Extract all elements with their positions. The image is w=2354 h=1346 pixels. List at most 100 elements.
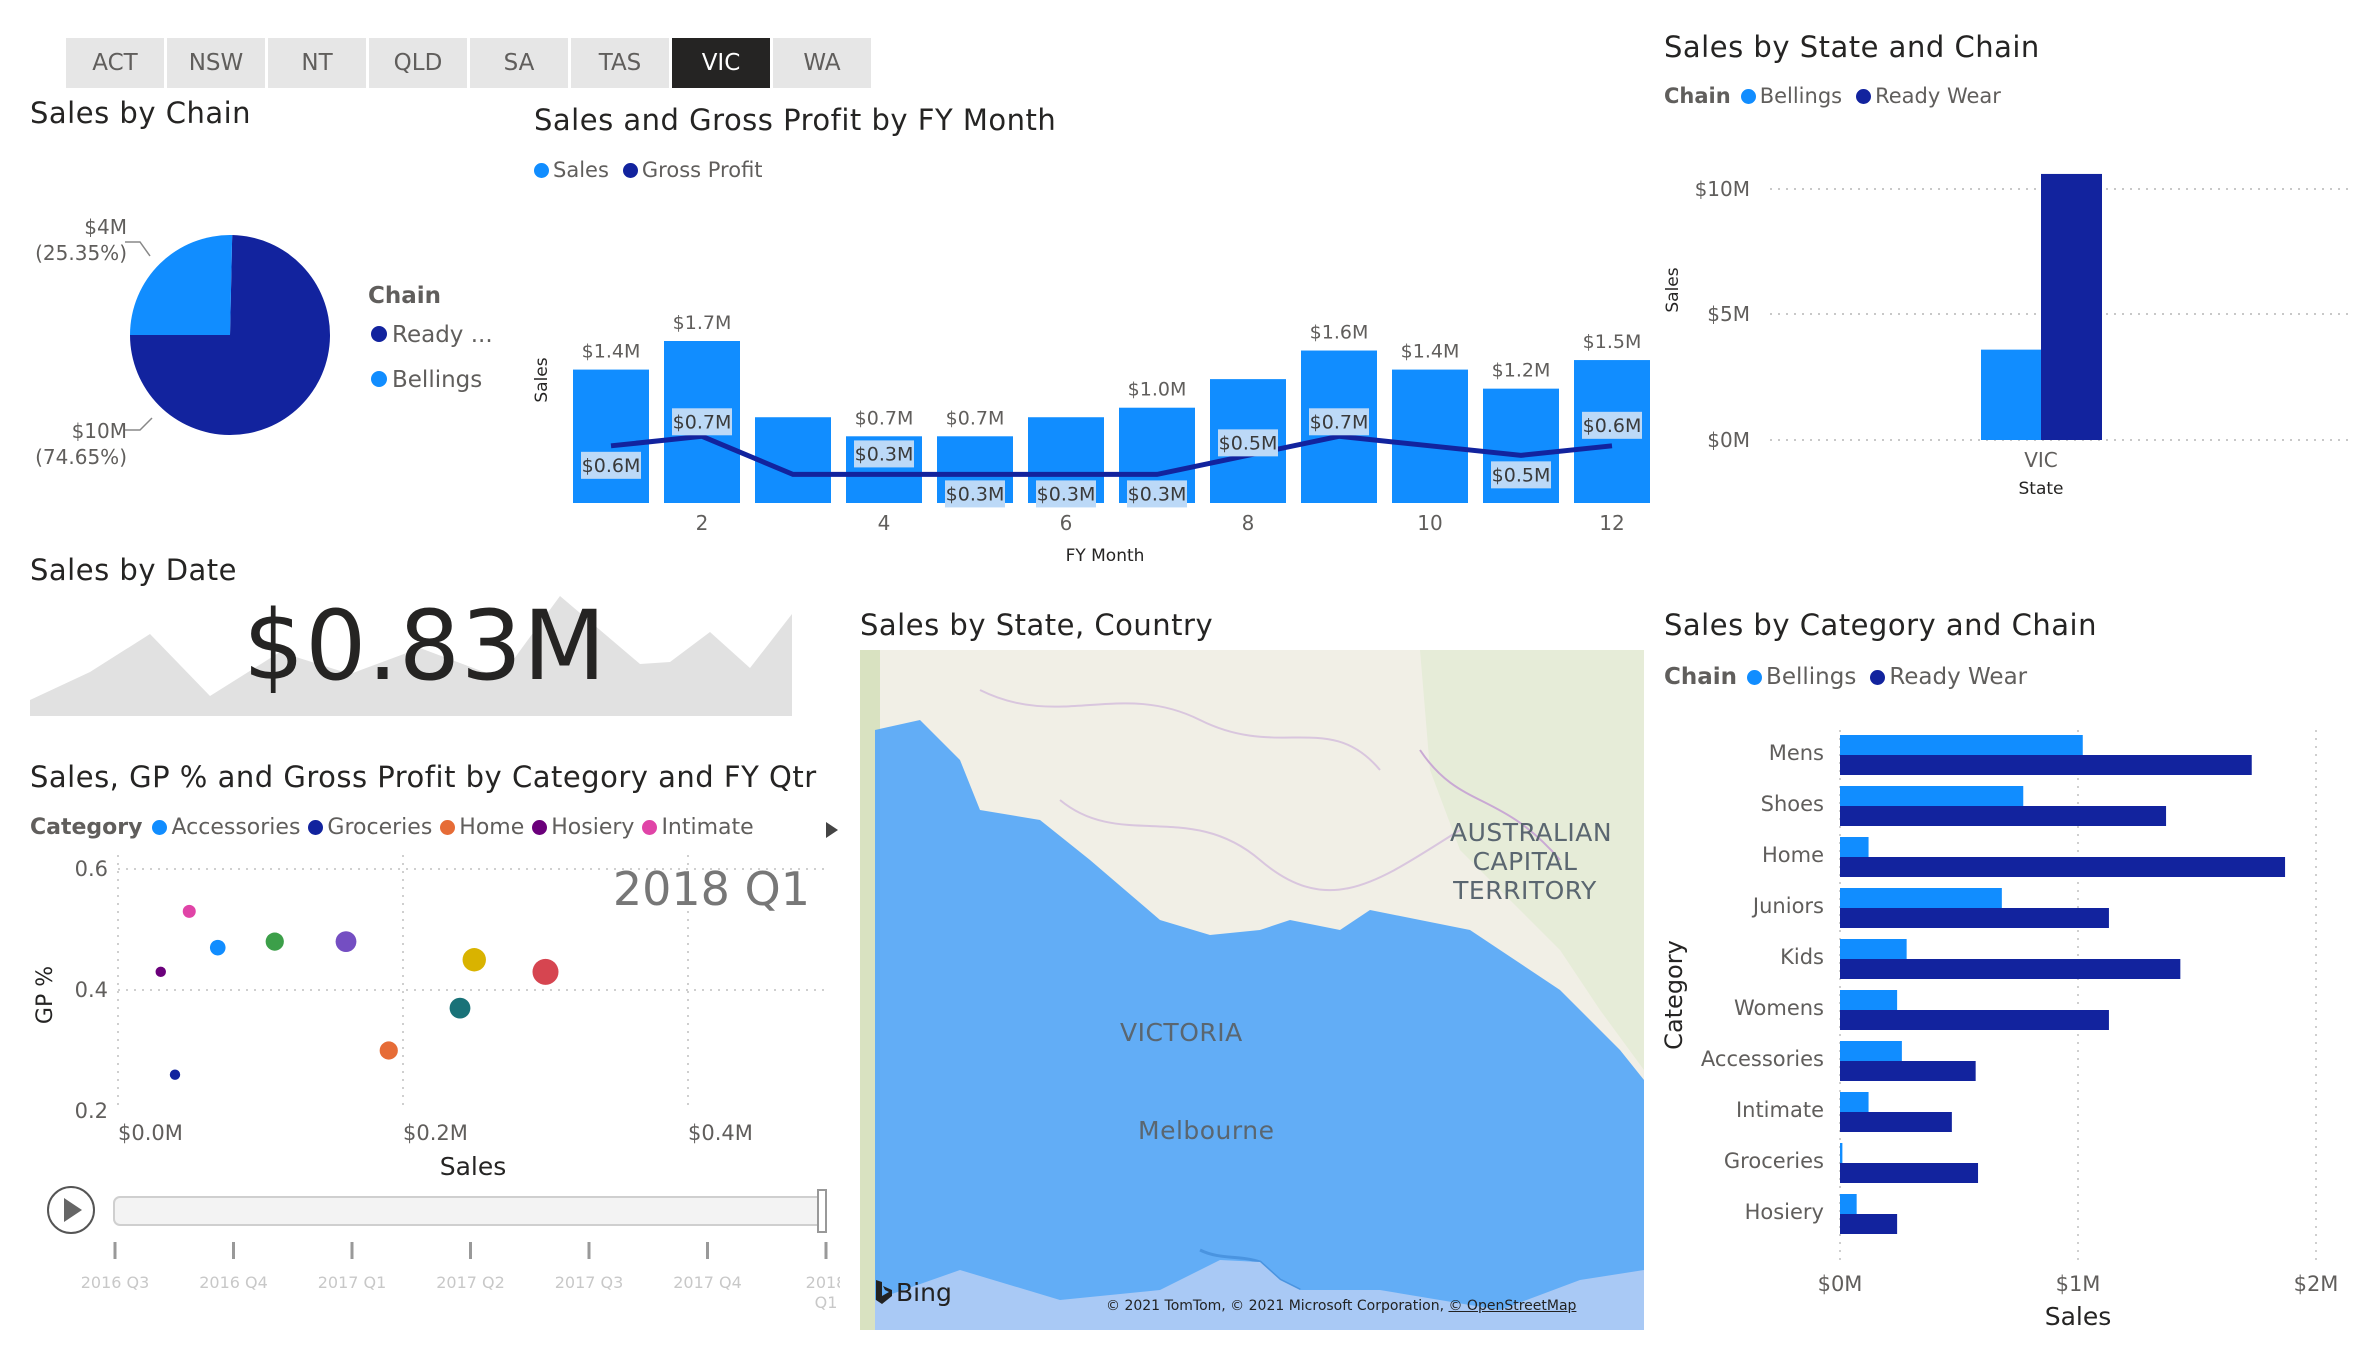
slicer-tab-nsw[interactable]: NSW: [167, 38, 265, 88]
slicer-tab-qld[interactable]: QLD: [369, 38, 467, 88]
bar-ready-wear-kids[interactable]: [1840, 959, 2181, 979]
bar-ready-wear-shoes[interactable]: [1840, 806, 2167, 826]
play-axis-track[interactable]: [113, 1196, 825, 1226]
bar-ready-wear-juniors[interactable]: [1840, 908, 2109, 928]
period-watermark: 2018 Q1: [613, 862, 810, 916]
x-tick: $2M: [2294, 1272, 2339, 1296]
slicer-tab-nt[interactable]: NT: [268, 38, 366, 88]
bar-ready-wear-home[interactable]: [1840, 857, 2286, 877]
timeline-label[interactable]: 2016 Q3: [81, 1273, 150, 1292]
category-label: Hosiery: [1745, 1200, 1824, 1224]
legend-item-intimate[interactable]: Intimate: [642, 815, 754, 840]
legend-title: Category: [30, 815, 143, 840]
bar-bellings-accessories[interactable]: [1840, 1041, 1902, 1061]
scatter-point[interactable]: [532, 958, 559, 985]
bing-logo-icon: [876, 1280, 892, 1304]
scatter-point[interactable]: [155, 966, 166, 978]
bar-bellings-intimate[interactable]: [1840, 1092, 1869, 1112]
legend-item-bellings[interactable]: Bellings: [1747, 664, 1856, 690]
y-tick: 0.6: [75, 857, 108, 881]
legend-marker-bellings: [371, 371, 387, 387]
state-chain-x-axis-label: State: [2019, 479, 2064, 499]
state-slicer: ACT NSW NT QLD SA TAS VIC WA: [66, 38, 874, 88]
legend-item-bellings[interactable]: Bellings: [1740, 84, 1842, 108]
chevron-right-shape: [826, 822, 838, 838]
pie-legend-item-bellings[interactable]: Bellings: [392, 367, 482, 393]
play-axis-handle[interactable]: [817, 1189, 827, 1233]
sales-bar-month-10[interactable]: [1392, 369, 1468, 503]
chevron-right-icon[interactable]: [822, 818, 842, 842]
scatter-point[interactable]: [182, 904, 196, 918]
category-y-axis-label: Category: [1660, 940, 1688, 1050]
scatter-point[interactable]: [265, 932, 284, 951]
bar-vic-bellings[interactable]: [1981, 349, 2041, 440]
bar-ready-wear-hosiery[interactable]: [1840, 1214, 1898, 1234]
sales-data-label: $1.4M: [582, 341, 641, 363]
slicer-tab-act[interactable]: ACT: [66, 38, 164, 88]
legend-item-accessories[interactable]: Accessories: [152, 815, 300, 840]
openstreetmap-link[interactable]: © OpenStreetMap: [1448, 1298, 1576, 1314]
sales-data-label: $1.0M: [1128, 379, 1187, 401]
sales-bar-month-1[interactable]: [573, 369, 649, 503]
sales-gp-by-month-chart: Sales FY Month $1.4M $0.6M $1.7M $0.7M $0.7M…: [532, 312, 1650, 566]
legend-item-ready-wear[interactable]: Ready Wear: [1870, 664, 2027, 690]
legend-item-home[interactable]: Home: [440, 815, 524, 840]
slicer-tab-tas[interactable]: TAS: [571, 38, 669, 88]
sales-map[interactable]: VICTORIA Melbourne AUSTRALIAN CAPITAL TE…: [860, 650, 1644, 1330]
timeline-label[interactable]: 2017 Q2: [436, 1273, 505, 1292]
legend-item-groceries[interactable]: Groceries: [308, 815, 432, 840]
x-tick: 4: [878, 511, 891, 535]
bar-ready-wear-intimate[interactable]: [1840, 1112, 1952, 1132]
scatter-point[interactable]: [169, 1069, 181, 1080]
timeline-label[interactable]: 2017 Q4: [673, 1273, 742, 1292]
timeline-label[interactable]: Q1: [815, 1293, 838, 1312]
bar-ready-wear-womens[interactable]: [1840, 1010, 2109, 1030]
legend-dot: [152, 820, 168, 835]
scatter-point[interactable]: [379, 1041, 398, 1060]
bar-ready-wear-mens[interactable]: [1840, 755, 2252, 775]
timeline-label[interactable]: 2018: [806, 1273, 840, 1292]
scatter-y-axis-label: GP %: [33, 966, 58, 1024]
scatter-x-axis-label: Sales: [440, 1152, 507, 1181]
map-attribution: © 2021 TomTom, © 2021 Microsoft Corporat…: [1106, 1298, 1576, 1314]
pie-pct-bellings: (25.35%): [35, 241, 127, 265]
gp-data-label: $0.6M: [1583, 415, 1642, 437]
y-tick: 0.2: [75, 1099, 108, 1123]
card-title: Sales by Date: [30, 553, 238, 587]
bar-ready-wear-groceries[interactable]: [1840, 1163, 1979, 1183]
timeline-label[interactable]: 2016 Q4: [199, 1273, 268, 1292]
bar-bellings-womens[interactable]: [1840, 990, 1898, 1010]
x-tick: 2: [696, 511, 709, 535]
legend-item-sales[interactable]: Sales: [534, 158, 609, 182]
bar-bellings-juniors[interactable]: [1840, 888, 2002, 908]
scatter-title: Sales, GP % and Gross Profit by Category…: [30, 760, 817, 794]
bar-ready-wear-accessories[interactable]: [1840, 1061, 1976, 1081]
legend-item-ready-wear[interactable]: Ready Wear: [1856, 84, 2001, 108]
legend-item-gross-profit[interactable]: Gross Profit: [622, 158, 763, 182]
bar-bellings-hosiery[interactable]: [1840, 1194, 1857, 1214]
sales-bar-month-3[interactable]: [755, 417, 831, 503]
combo-title: Sales and Gross Profit by FY Month: [534, 103, 1057, 137]
bar-bellings-kids[interactable]: [1840, 939, 1907, 959]
legend-label: Bellings: [1766, 664, 1857, 690]
bar-bellings-home[interactable]: [1840, 837, 1869, 857]
slicer-tab-vic[interactable]: VIC: [672, 38, 770, 88]
bar-bellings-groceries[interactable]: [1840, 1143, 1843, 1163]
timeline-label[interactable]: 2017 Q1: [318, 1273, 387, 1292]
legend-item-hosiery[interactable]: Hosiery: [532, 815, 634, 840]
pie-legend-item-ready[interactable]: Ready ...: [392, 322, 493, 348]
scatter-point[interactable]: [449, 997, 471, 1019]
timeline-label[interactable]: 2017 Q3: [555, 1273, 624, 1292]
combo-x-axis-label: FY Month: [1066, 546, 1145, 566]
state-chain-title: Sales by State and Chain: [1664, 30, 2040, 64]
bar-bellings-mens[interactable]: [1840, 735, 2083, 755]
scatter-point[interactable]: [209, 939, 226, 956]
sales-by-state-chain-chart: $10M $5M $0M Sales VIC State: [1663, 173, 2354, 499]
scatter-point[interactable]: [335, 931, 357, 952]
bar-bellings-shoes[interactable]: [1840, 786, 2024, 806]
scatter-point[interactable]: [462, 948, 486, 972]
slicer-tab-sa[interactable]: SA: [470, 38, 568, 88]
legend-label: Intimate: [661, 815, 754, 840]
slicer-tab-wa[interactable]: WA: [773, 38, 871, 88]
bar-vic-ready-wear[interactable]: [2041, 173, 2102, 440]
